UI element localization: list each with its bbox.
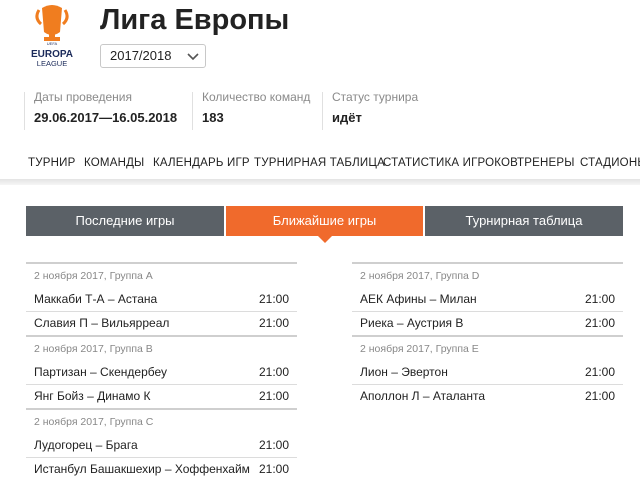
group-header: 2 ноября 2017, Группа E: [360, 343, 479, 355]
info-value: 183: [202, 110, 224, 125]
match-teams: Славия П – Вильярреал: [34, 316, 170, 330]
match-row[interactable]: Лудогорец – Брага 21:00: [26, 434, 297, 457]
tab-upcoming-games[interactable]: Ближайшие игры: [226, 206, 423, 243]
nav-item-calendar[interactable]: КАЛЕНДАРЬ ИГР: [153, 157, 250, 169]
group-header: 2 ноября 2017, Группа C: [34, 416, 154, 428]
season-select-value: 2017/2018: [110, 48, 172, 63]
info-value: идёт: [332, 110, 362, 125]
nav-item-tournament[interactable]: ТУРНИР: [28, 157, 75, 169]
match-teams: Лион – Эвертон: [360, 365, 448, 379]
match-row[interactable]: Истанбул Башакшехир – Хоффенхайм 21:00: [26, 458, 297, 481]
match-row[interactable]: Аполлон Л – Аталанта 21:00: [352, 385, 623, 408]
info-label: Количество команд: [202, 90, 311, 104]
group-header: 2 ноября 2017, Группа D: [360, 270, 480, 282]
match-time: 21:00: [258, 292, 289, 306]
nav-item-coaches[interactable]: ТРЕНЕРЫ: [517, 157, 575, 169]
match-row[interactable]: Партизан – Скендербеу 21:00: [26, 361, 297, 384]
nav-item-teams[interactable]: КОМАНДЫ: [84, 157, 144, 169]
info-label: Статус турнира: [332, 90, 419, 104]
tab-label: Последние игры: [75, 213, 175, 228]
active-tab-arrow: [317, 236, 332, 243]
tab-standings[interactable]: Турнирная таблица: [425, 206, 623, 236]
match-row[interactable]: Маккаби Т-А – Астана 21:00: [26, 288, 297, 311]
svg-text:LEAGUE: LEAGUE: [37, 59, 67, 68]
page-title: Лига Европы: [100, 4, 290, 36]
group-header: 2 ноября 2017, Группа A: [34, 270, 153, 282]
info-dates: Даты проведения 29.06.2017—16.05.2018: [24, 90, 177, 130]
matches-left-column: 2 ноября 2017, Группа A Маккаби Т-А – Ас…: [26, 262, 297, 481]
match-time: 21:00: [258, 438, 289, 452]
match-teams: Аполлон Л – Аталанта: [360, 389, 486, 403]
match-time: 21:00: [258, 462, 289, 476]
match-row[interactable]: АЕК Афины – Милан 21:00: [352, 288, 623, 311]
svg-text:UEFA: UEFA: [47, 41, 58, 46]
match-row[interactable]: Лион – Эвертон 21:00: [352, 361, 623, 384]
tab-label: Турнирная таблица: [465, 213, 583, 228]
info-label: Даты проведения: [34, 90, 132, 104]
match-teams: Риека – Аустрия В: [360, 316, 464, 330]
nav-item-standings[interactable]: ТУРНИРНАЯ ТАБЛИЦА: [254, 157, 385, 169]
match-time: 21:00: [584, 292, 615, 306]
info-status: Статус турнира идёт: [322, 90, 418, 130]
match-teams: Истанбул Башакшехир – Хоффенхайм: [34, 462, 250, 476]
match-time: 21:00: [258, 389, 289, 403]
tab-recent-games[interactable]: Последние игры: [26, 206, 224, 236]
match-teams: АЕК Афины – Милан: [360, 292, 477, 306]
match-time: 21:00: [584, 365, 615, 379]
match-teams: Маккаби Т-А – Астана: [34, 292, 158, 306]
chevron-down-icon: [187, 53, 199, 61]
match-time: 21:00: [258, 365, 289, 379]
match-row[interactable]: Славия П – Вильярреал 21:00: [26, 312, 297, 335]
match-teams: Партизан – Скендербеу: [34, 365, 168, 379]
match-time: 21:00: [584, 316, 615, 330]
match-teams: Янг Бойз – Динамо К: [34, 389, 151, 403]
tab-label: Ближайшие игры: [272, 213, 377, 228]
nav-item-player-stats[interactable]: СТАТИСТИКА ИГРОКОВ: [383, 157, 518, 169]
europa-league-logo[interactable]: UEFA EUROPA LEAGUE: [24, 2, 80, 72]
match-time: 21:00: [258, 316, 289, 330]
group-header: 2 ноября 2017, Группа B: [34, 343, 153, 355]
season-select[interactable]: 2017/2018: [100, 44, 206, 68]
match-time: 21:00: [584, 389, 615, 403]
match-row[interactable]: Янг Бойз – Динамо К 21:00: [26, 385, 297, 408]
matches-right-column: 2 ноября 2017, Группа D АЕК Афины – Мила…: [352, 262, 623, 408]
nav-divider: [0, 179, 640, 185]
info-value: 29.06.2017—16.05.2018: [34, 110, 178, 125]
match-teams: Лудогорец – Брага: [34, 438, 138, 452]
match-row[interactable]: Риека – Аустрия В 21:00: [352, 312, 623, 335]
nav-item-stadiums[interactable]: СТАДИОНЫ: [580, 157, 640, 169]
trophy-icon: UEFA EUROPA LEAGUE: [31, 5, 73, 68]
info-teams-count: Количество команд 183: [192, 90, 310, 130]
